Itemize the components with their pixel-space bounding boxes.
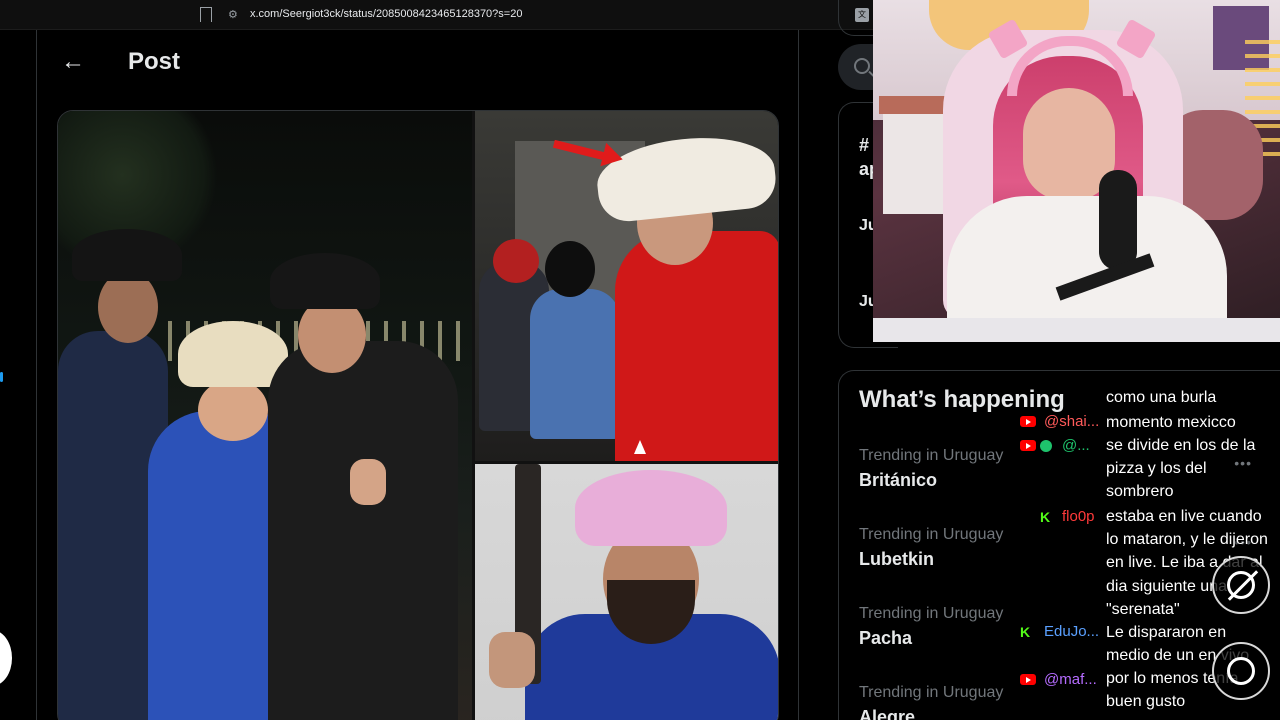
card-text: # (859, 135, 870, 155)
black-cowboy-hat (270, 253, 380, 309)
trend-name: Alegre (859, 707, 916, 720)
youtube-icon (1020, 440, 1036, 451)
trend-item[interactable]: Trending in Uruguay Alegre (859, 684, 1003, 720)
red-helmet (493, 239, 539, 283)
post-image-motorcycle-scene[interactable] (475, 111, 778, 461)
thumbs-up-hand (350, 459, 386, 505)
person-left-head (98, 271, 158, 343)
browser-address-bar[interactable]: ⚙ x.com/Seergiot3ck/status/2085008423465… (0, 0, 875, 30)
hide-overlay-button[interactable] (1212, 556, 1270, 614)
main-column: ← Post (37, 30, 799, 720)
chat-username: flo0p (1062, 508, 1095, 525)
pink-cowboy-hat (575, 470, 727, 546)
chat-message-text: momento mexicco (1106, 414, 1236, 431)
trend-item[interactable]: Trending in Uruguay Lubetkin (859, 526, 1003, 570)
desk (873, 318, 1280, 342)
notification-indicator (0, 372, 3, 382)
chat-username: EduJo... (1044, 623, 1100, 640)
back-arrow-icon[interactable]: ← (57, 46, 89, 78)
trend-name: Pacha (859, 628, 913, 648)
rider-front (530, 289, 620, 439)
trend-name: Lubetkin (859, 549, 934, 569)
red-jacket-person (615, 231, 778, 461)
trend-item[interactable]: Trending in Uruguay Pacha (859, 605, 1003, 649)
compose-button[interactable] (0, 630, 12, 686)
trend-context: Trending in Uruguay (859, 684, 1004, 701)
microphone (1099, 170, 1137, 270)
trend-item[interactable]: Trending in Uruguay Británico (859, 447, 1003, 491)
url-text[interactable]: x.com/Seergiot3ck/status/208500842346512… (250, 8, 522, 20)
site-info-icon[interactable]: ⚙ (228, 8, 242, 22)
refresh-icon (1227, 657, 1255, 685)
post-image-group-photo[interactable] (58, 111, 472, 720)
post-media-grid (57, 110, 779, 720)
trend-context: Trending in Uruguay (859, 447, 1004, 464)
kick-icon: K (1020, 624, 1031, 640)
black-helmet (545, 241, 595, 297)
post-image-portrait[interactable] (475, 464, 778, 720)
black-hat (72, 229, 182, 281)
member-badge-icon (1040, 440, 1052, 452)
trend-context: Trending in Uruguay (859, 526, 1004, 543)
chat-message-text: como una burla (1106, 389, 1217, 406)
person-center-head (198, 379, 268, 441)
page-title: Post (128, 48, 181, 75)
refresh-overlay-button[interactable] (1212, 642, 1270, 700)
chat-message-text: se divide en los de la pizza y los del s… (1106, 437, 1256, 501)
trend-context: Trending in Uruguay (859, 605, 1004, 622)
streamer-webcam (873, 0, 1280, 342)
search-icon (854, 58, 870, 74)
person-right-black-shirt (268, 341, 458, 720)
white-cowboy-hat (178, 321, 288, 387)
mouse-cursor (634, 440, 646, 454)
youtube-icon (1020, 674, 1036, 685)
kick-icon: K (1040, 509, 1051, 525)
chat-username: @maf... (1044, 671, 1097, 688)
hand (489, 632, 535, 688)
trend-name: Británico (859, 470, 938, 490)
bookmark-icon[interactable] (200, 7, 212, 22)
chat-username: @shai... (1044, 413, 1100, 430)
chat-username: @... (1062, 437, 1090, 454)
youtube-icon (1020, 416, 1036, 427)
